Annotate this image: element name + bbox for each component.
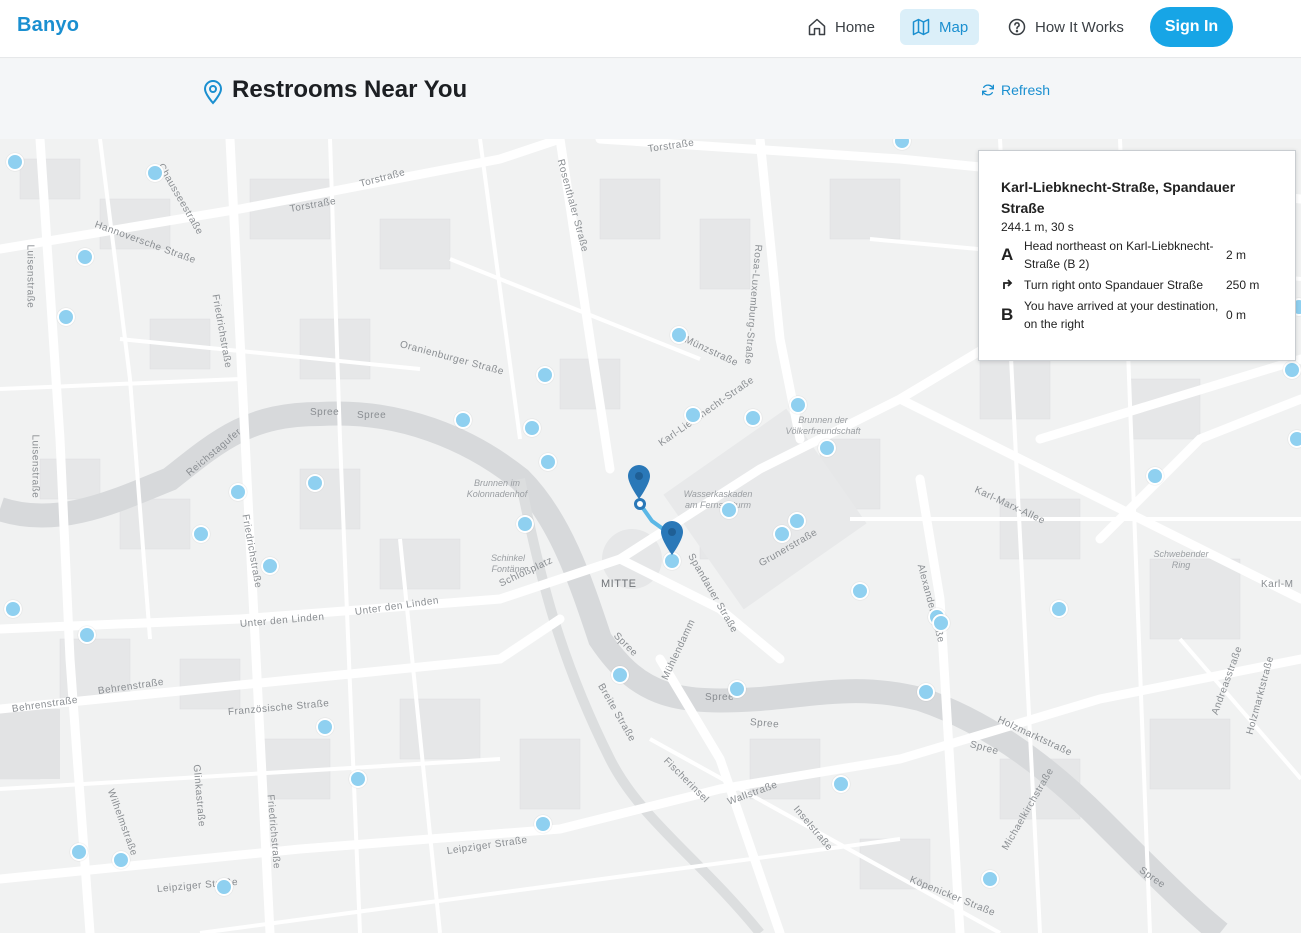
- poi-label: Wasserkaskaden am Fernsehturm: [683, 489, 753, 510]
- restroom-marker[interactable]: [1288, 430, 1301, 448]
- restroom-marker[interactable]: [516, 515, 534, 533]
- direction-step[interactable]: B You have arrived at your destination, …: [1001, 297, 1281, 333]
- poi-label: Schinkel Fontäne: [490, 553, 526, 574]
- restroom-marker[interactable]: [684, 406, 702, 424]
- restroom-marker[interactable]: [76, 248, 94, 266]
- restroom-marker[interactable]: [261, 557, 279, 575]
- nav-home-link[interactable]: Home: [796, 9, 886, 45]
- location-pin-icon: [203, 80, 223, 105]
- restroom-marker[interactable]: [832, 775, 850, 793]
- step-text: Head northeast on Karl-Liebknecht-Straße…: [1024, 239, 1214, 271]
- restroom-marker[interactable]: [917, 683, 935, 701]
- restroom-marker[interactable]: [1050, 600, 1068, 618]
- map-icon: [912, 18, 930, 36]
- directions-panel[interactable]: Karl-Liebknecht-Straße, Spandauer Straße…: [978, 150, 1296, 361]
- step-distance: 0 m: [1226, 308, 1247, 322]
- street-label: Spree: [310, 407, 340, 418]
- restroom-marker[interactable]: [454, 411, 472, 429]
- restroom-marker[interactable]: [1283, 361, 1301, 379]
- step-distance: 250 m: [1226, 278, 1260, 292]
- top-navigation-bar: Banyo Home Map How It Works Sign In: [0, 0, 1301, 58]
- route-start-pin-icon[interactable]: [626, 464, 652, 500]
- restroom-marker[interactable]: [788, 512, 806, 530]
- restroom-marker[interactable]: [536, 366, 554, 384]
- nav-home-label: Home: [835, 18, 876, 36]
- restroom-marker[interactable]: [6, 153, 24, 171]
- restroom-marker[interactable]: [981, 870, 999, 888]
- refresh-icon: [982, 84, 994, 96]
- street-label: Luisenstraße: [29, 434, 41, 499]
- street-label: Luisenstraße: [24, 244, 36, 309]
- page-title: Restrooms Near You: [232, 76, 468, 103]
- nav-how-it-works-link[interactable]: How It Works: [996, 9, 1135, 45]
- restroom-marker[interactable]: [316, 718, 334, 736]
- route-origin-dot: [634, 498, 646, 510]
- direction-step[interactable]: Turn right onto Spandauer Straße 250 m: [1001, 275, 1281, 295]
- district-label: MITTE: [601, 578, 637, 590]
- page-header: [0, 59, 1301, 139]
- route-end-pin-icon[interactable]: [659, 520, 685, 556]
- brand-logo[interactable]: Banyo: [17, 14, 79, 37]
- restroom-marker[interactable]: [851, 582, 869, 600]
- restroom-marker[interactable]: [789, 396, 807, 414]
- nav-map-label: Map: [939, 18, 969, 36]
- nav-map-link[interactable]: Map: [900, 9, 980, 45]
- restroom-marker[interactable]: [932, 614, 950, 632]
- restroom-marker[interactable]: [146, 164, 164, 182]
- restroom-marker[interactable]: [215, 878, 233, 896]
- poi-label: Brunnen der Völkerfreundschaft: [785, 415, 861, 436]
- refresh-button[interactable]: Refresh: [980, 82, 1050, 98]
- route-summary: 244.1 m, 30 s: [1001, 220, 1074, 234]
- question-circle-icon: [1008, 18, 1026, 36]
- poi-label: Schwebender Ring: [1153, 549, 1209, 570]
- restroom-marker[interactable]: [720, 501, 738, 519]
- restroom-marker[interactable]: [523, 419, 541, 437]
- restroom-marker[interactable]: [539, 453, 557, 471]
- restroom-marker[interactable]: [192, 525, 210, 543]
- restroom-marker[interactable]: [1146, 467, 1164, 485]
- turn-right-icon: [1001, 275, 1024, 295]
- restroom-marker[interactable]: [70, 843, 88, 861]
- sign-in-button[interactable]: Sign In: [1150, 7, 1233, 47]
- restroom-marker[interactable]: [57, 308, 75, 326]
- restroom-marker[interactable]: [773, 525, 791, 543]
- poi-label: Brunnen im Kolonnadenhof: [466, 478, 528, 499]
- route-title: Karl-Liebknecht-Straße, Spandauer Straße: [1001, 179, 1236, 216]
- step-distance: 2 m: [1226, 248, 1247, 262]
- waypoint-b-label: B: [1001, 305, 1014, 324]
- street-label: Spree: [357, 410, 387, 421]
- restroom-marker[interactable]: [728, 680, 746, 698]
- restroom-marker[interactable]: [744, 409, 762, 427]
- restroom-marker[interactable]: [229, 483, 247, 501]
- restroom-marker[interactable]: [611, 666, 629, 684]
- restroom-marker[interactable]: [78, 626, 96, 644]
- refresh-label: Refresh: [1001, 82, 1051, 98]
- restroom-marker[interactable]: [4, 600, 22, 618]
- waypoint-a-label: A: [1001, 245, 1014, 264]
- restroom-marker[interactable]: [818, 439, 836, 457]
- nav-how-label: How It Works: [1035, 18, 1124, 36]
- direction-step[interactable]: A Head northeast on Karl-Liebknecht-Stra…: [1001, 237, 1281, 273]
- restroom-marker[interactable]: [349, 770, 367, 788]
- step-text: You have arrived at your destination, on…: [1024, 299, 1219, 331]
- restroom-marker[interactable]: [670, 326, 688, 344]
- home-icon: [808, 18, 826, 36]
- restroom-marker[interactable]: [534, 815, 552, 833]
- restroom-marker[interactable]: [112, 851, 130, 869]
- street-label: Karl-M: [1261, 579, 1294, 590]
- restroom-marker[interactable]: [306, 474, 324, 492]
- step-text: Turn right onto Spandauer Straße: [1024, 278, 1203, 292]
